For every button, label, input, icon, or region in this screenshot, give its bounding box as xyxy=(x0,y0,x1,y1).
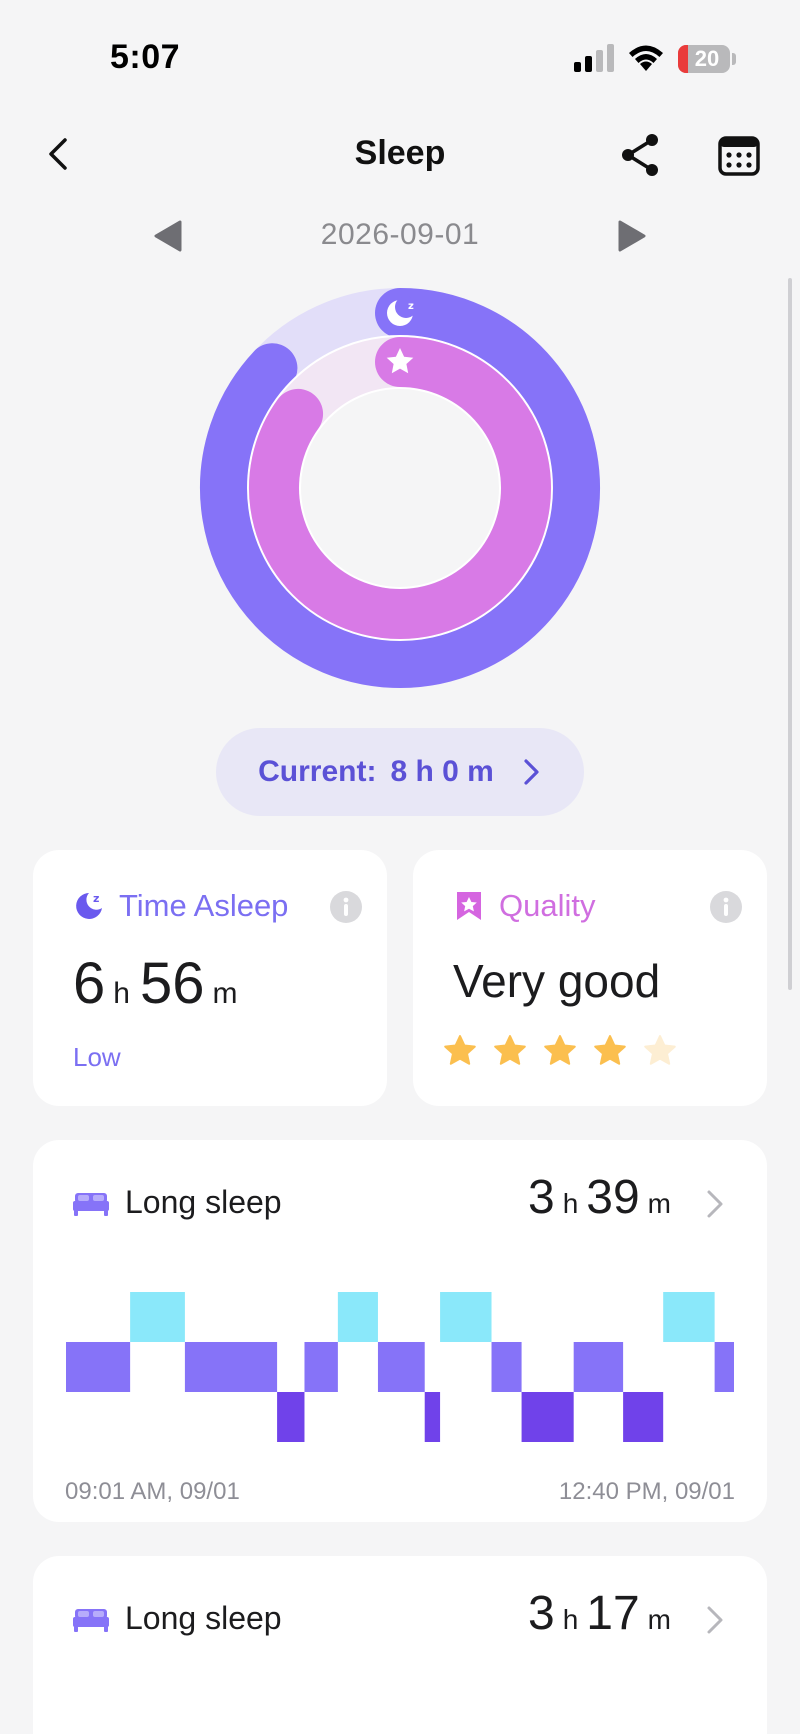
long-sleep-duration: 3 h 39 m xyxy=(528,1170,679,1225)
sleep-stage-awake xyxy=(130,1292,185,1342)
star-icon xyxy=(494,1035,526,1065)
bookmark-star-icon xyxy=(457,892,481,920)
hours-unit: h xyxy=(113,977,130,1010)
sleep-stage-light xyxy=(304,1342,338,1392)
star-icon xyxy=(594,1035,626,1065)
moon-icon: z xyxy=(76,892,102,919)
star-icon xyxy=(544,1035,576,1065)
time-asleep-card[interactable]: z Time Asleep 6 h 56 m Low xyxy=(33,850,387,1106)
quality-header: Quality xyxy=(453,888,595,924)
time-asleep-header: z Time Asleep xyxy=(73,888,288,924)
battery-indicator: 20 xyxy=(678,45,730,73)
battery-cap xyxy=(732,53,736,65)
chevron-right-icon[interactable] xyxy=(705,1188,725,1220)
bed-icon xyxy=(73,1608,109,1632)
sleep-stage-light xyxy=(377,1342,425,1392)
star-icon xyxy=(444,1035,476,1065)
sleep-end-time: 12:40 PM, 09/01 xyxy=(558,1478,735,1505)
chevron-right-icon[interactable] xyxy=(705,1604,725,1636)
share-button[interactable] xyxy=(616,130,666,180)
scrollbar[interactable] xyxy=(788,278,792,990)
sleep-stage-deep xyxy=(521,1392,574,1442)
page-title: Sleep xyxy=(354,134,446,172)
sleep-ring-chart: z xyxy=(200,288,600,688)
quality-value: Very good xyxy=(453,955,661,1007)
status-bar: 5:07 20 xyxy=(0,0,800,110)
long-sleep-card[interactable]: Long sleep 3 h 17 m xyxy=(33,1556,767,1734)
calendar-button[interactable] xyxy=(714,130,764,180)
svg-text:z: z xyxy=(93,892,99,905)
info-icon[interactable] xyxy=(329,890,363,924)
minutes-unit: m xyxy=(212,977,238,1010)
sleep-stage-light xyxy=(573,1342,624,1392)
info-icon[interactable] xyxy=(709,890,743,924)
long-sleep-minutes: 39 xyxy=(586,1171,640,1224)
quality-star-rating xyxy=(443,1034,677,1068)
sleep-stage-deep xyxy=(623,1392,664,1442)
time-asleep-status: Low xyxy=(73,1042,121,1072)
quality-label: Quality xyxy=(499,888,596,923)
next-day-button[interactable] xyxy=(616,218,648,254)
hours-unit: h xyxy=(562,1604,579,1635)
sleep-stage-chart xyxy=(66,1292,734,1442)
svg-text:z: z xyxy=(408,301,414,312)
battery-level: 20 xyxy=(694,46,720,71)
long-sleep-duration: 3 h 17 m xyxy=(528,1586,679,1641)
minutes-unit: m xyxy=(647,1188,671,1219)
share-icon xyxy=(622,134,658,176)
sleep-stage-deep xyxy=(424,1392,441,1442)
sleep-stage-light xyxy=(184,1342,278,1392)
time-asleep-label: Time Asleep xyxy=(119,888,289,923)
star-icon xyxy=(644,1035,676,1065)
triangle-right-icon xyxy=(618,220,646,252)
sleep-stage-light xyxy=(66,1342,131,1392)
current-duration-button[interactable]: Current: 8 h 0 m xyxy=(216,728,584,816)
minutes-unit: m xyxy=(647,1604,671,1635)
current-label: Current: xyxy=(258,755,377,788)
sleep-stage-deep xyxy=(277,1392,305,1442)
sleep-stage-awake xyxy=(663,1292,715,1342)
long-sleep-card[interactable]: Long sleep 3 h 39 m 09:01 AM, 09/01 12:4… xyxy=(33,1140,767,1522)
long-sleep-hours: 3 xyxy=(528,1171,555,1224)
chevron-right-icon xyxy=(524,759,539,785)
time-asleep-hours: 6 xyxy=(73,951,106,1016)
sleep-start-time: 09:01 AM, 09/01 xyxy=(65,1478,240,1505)
calendar-icon xyxy=(718,136,760,176)
quality-card[interactable]: Quality Very good xyxy=(413,850,767,1106)
sleep-stage-light xyxy=(714,1342,734,1392)
hours-unit: h xyxy=(562,1188,579,1219)
long-sleep-header: Long sleep xyxy=(73,1184,282,1221)
long-sleep-label: Long sleep xyxy=(125,1600,282,1636)
sleep-stage-awake xyxy=(337,1292,378,1342)
long-sleep-header: Long sleep xyxy=(73,1600,282,1637)
cellular-signal-icon xyxy=(574,44,614,72)
long-sleep-label: Long sleep xyxy=(125,1184,282,1220)
sleep-stage-light xyxy=(491,1342,522,1392)
long-sleep-hours: 3 xyxy=(528,1587,555,1640)
wifi-icon xyxy=(629,45,663,71)
sleep-stage-awake xyxy=(440,1292,492,1342)
inner-ring-progress xyxy=(249,337,551,639)
current-value: 8 h 0 m xyxy=(390,755,494,788)
status-time: 5:07 xyxy=(110,38,181,76)
selected-date[interactable]: 2026-09-01 xyxy=(0,218,800,252)
time-asleep-minutes: 56 xyxy=(139,951,205,1016)
time-asleep-value: 6 h 56 m xyxy=(73,950,247,1017)
bed-icon xyxy=(73,1192,109,1216)
long-sleep-minutes: 17 xyxy=(586,1587,640,1640)
